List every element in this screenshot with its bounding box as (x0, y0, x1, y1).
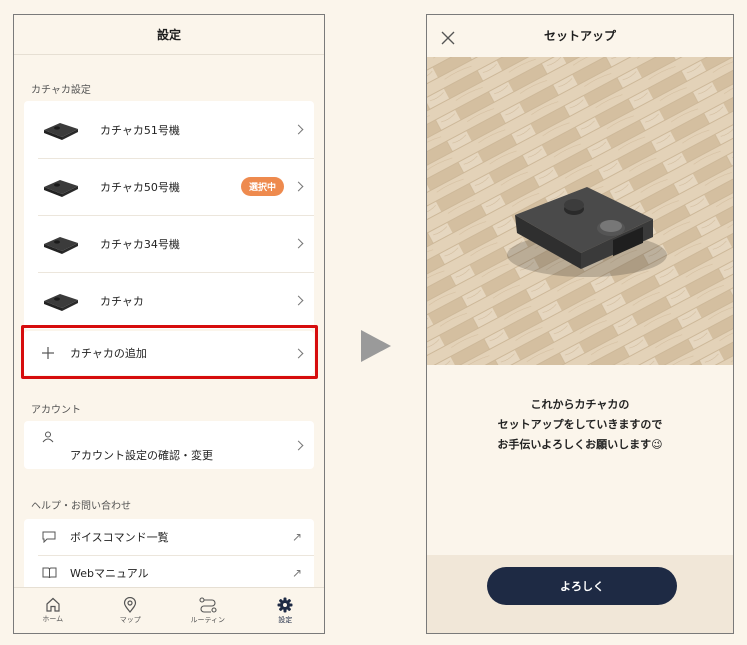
next-step-arrow-icon (361, 330, 391, 362)
robot-thumbnail-icon (44, 236, 78, 254)
chat-bubble-icon (42, 531, 56, 543)
robot-row-50[interactable]: カチャカ50号機 選択中 (24, 158, 314, 215)
voice-commands-label: ボイスコマンド一覧 (70, 531, 169, 544)
ok-button[interactable]: よろしく (487, 567, 677, 605)
tab-map[interactable]: マップ (92, 588, 170, 633)
chevron-right-icon (293, 238, 304, 249)
external-link-icon: ↗ (291, 566, 302, 580)
tab-bar: ホーム マップ ルーティン 設定 (14, 587, 324, 633)
web-manual-label: Webマニュアル (70, 567, 149, 580)
close-icon[interactable] (441, 31, 455, 45)
bottom-action-area: よろしく (427, 555, 733, 633)
floor-illustration (427, 57, 733, 365)
message-line: お手伝いよろしくお願いします😉 (497, 438, 663, 451)
help-card: ボイスコマンド一覧 ↗ Webマニュアル ↗ (24, 519, 314, 591)
account-settings-row[interactable]: アカウント設定の確認・変更 (24, 421, 314, 469)
tab-label: ルーティン (190, 615, 226, 624)
chevron-right-icon (293, 440, 304, 450)
highlight-box (21, 325, 318, 379)
robot-thumbnail-icon (44, 122, 78, 140)
robot-name: カチャカ (100, 294, 144, 308)
web-manual-row[interactable]: Webマニュアル ↗ (24, 555, 314, 591)
user-icon (42, 431, 54, 443)
message-line: これからカチャカの (530, 398, 630, 411)
tab-home[interactable]: ホーム (14, 588, 92, 633)
tab-label: マップ (119, 615, 141, 624)
map-pin-icon (124, 596, 137, 613)
tab-settings[interactable]: 設定 (247, 588, 325, 633)
robot-on-floor-image (427, 57, 733, 365)
page-title: セットアップ (427, 15, 733, 55)
setup-message: これからカチャカの セットアップをしていきますので お手伝いよろしくお願いします… (427, 395, 733, 455)
message-line: セットアップをしていきますので (497, 418, 663, 431)
page-title: 設定 (14, 15, 324, 55)
tab-label: 設定 (278, 615, 293, 624)
voice-commands-row[interactable]: ボイスコマンド一覧 ↗ (24, 519, 314, 555)
robot-row-51[interactable]: カチャカ51号機 (24, 101, 314, 158)
robot-thumbnail-icon (44, 293, 78, 311)
robot-name: カチャカ50号機 (100, 180, 180, 194)
robot-row-default[interactable]: カチャカ (24, 272, 314, 329)
settings-screen: 設定 カチャカ設定 カチャカ51号機 カチャカ50号機 選択中 カチャカ34号機… (13, 14, 325, 634)
selected-badge: 選択中 (240, 177, 284, 196)
section-label-robots: カチャカ設定 (31, 85, 91, 96)
section-label-help: ヘルプ・お問い合わせ (31, 501, 131, 512)
section-label-account: アカウント (31, 405, 81, 416)
chevron-right-icon (293, 124, 304, 135)
robot-name: カチャカ51号機 (100, 123, 180, 137)
robot-thumbnail-icon (44, 179, 78, 197)
gear-icon (277, 597, 293, 612)
robot-list-card: カチャカ51号機 カチャカ50号機 選択中 カチャカ34号機 カチャカ (24, 101, 314, 329)
robot-row-34[interactable]: カチャカ34号機 (24, 215, 314, 272)
robot-name: カチャカ34号機 (100, 237, 180, 251)
book-icon (42, 567, 57, 579)
account-settings-label: アカウント設定の確認・変更 (70, 449, 213, 462)
tab-label: ホーム (42, 615, 64, 623)
chevron-right-icon (293, 295, 304, 306)
external-link-icon: ↗ (291, 530, 302, 544)
setup-screen: セットアップ これからカチャカの セットアップをしていきますので お手伝いよろし… (426, 14, 734, 634)
account-card: アカウント設定の確認・変更 (24, 421, 314, 469)
home-icon (46, 597, 60, 612)
chevron-right-icon (293, 181, 304, 192)
tab-routine[interactable]: ルーティン (169, 588, 247, 633)
routine-icon (199, 596, 217, 613)
